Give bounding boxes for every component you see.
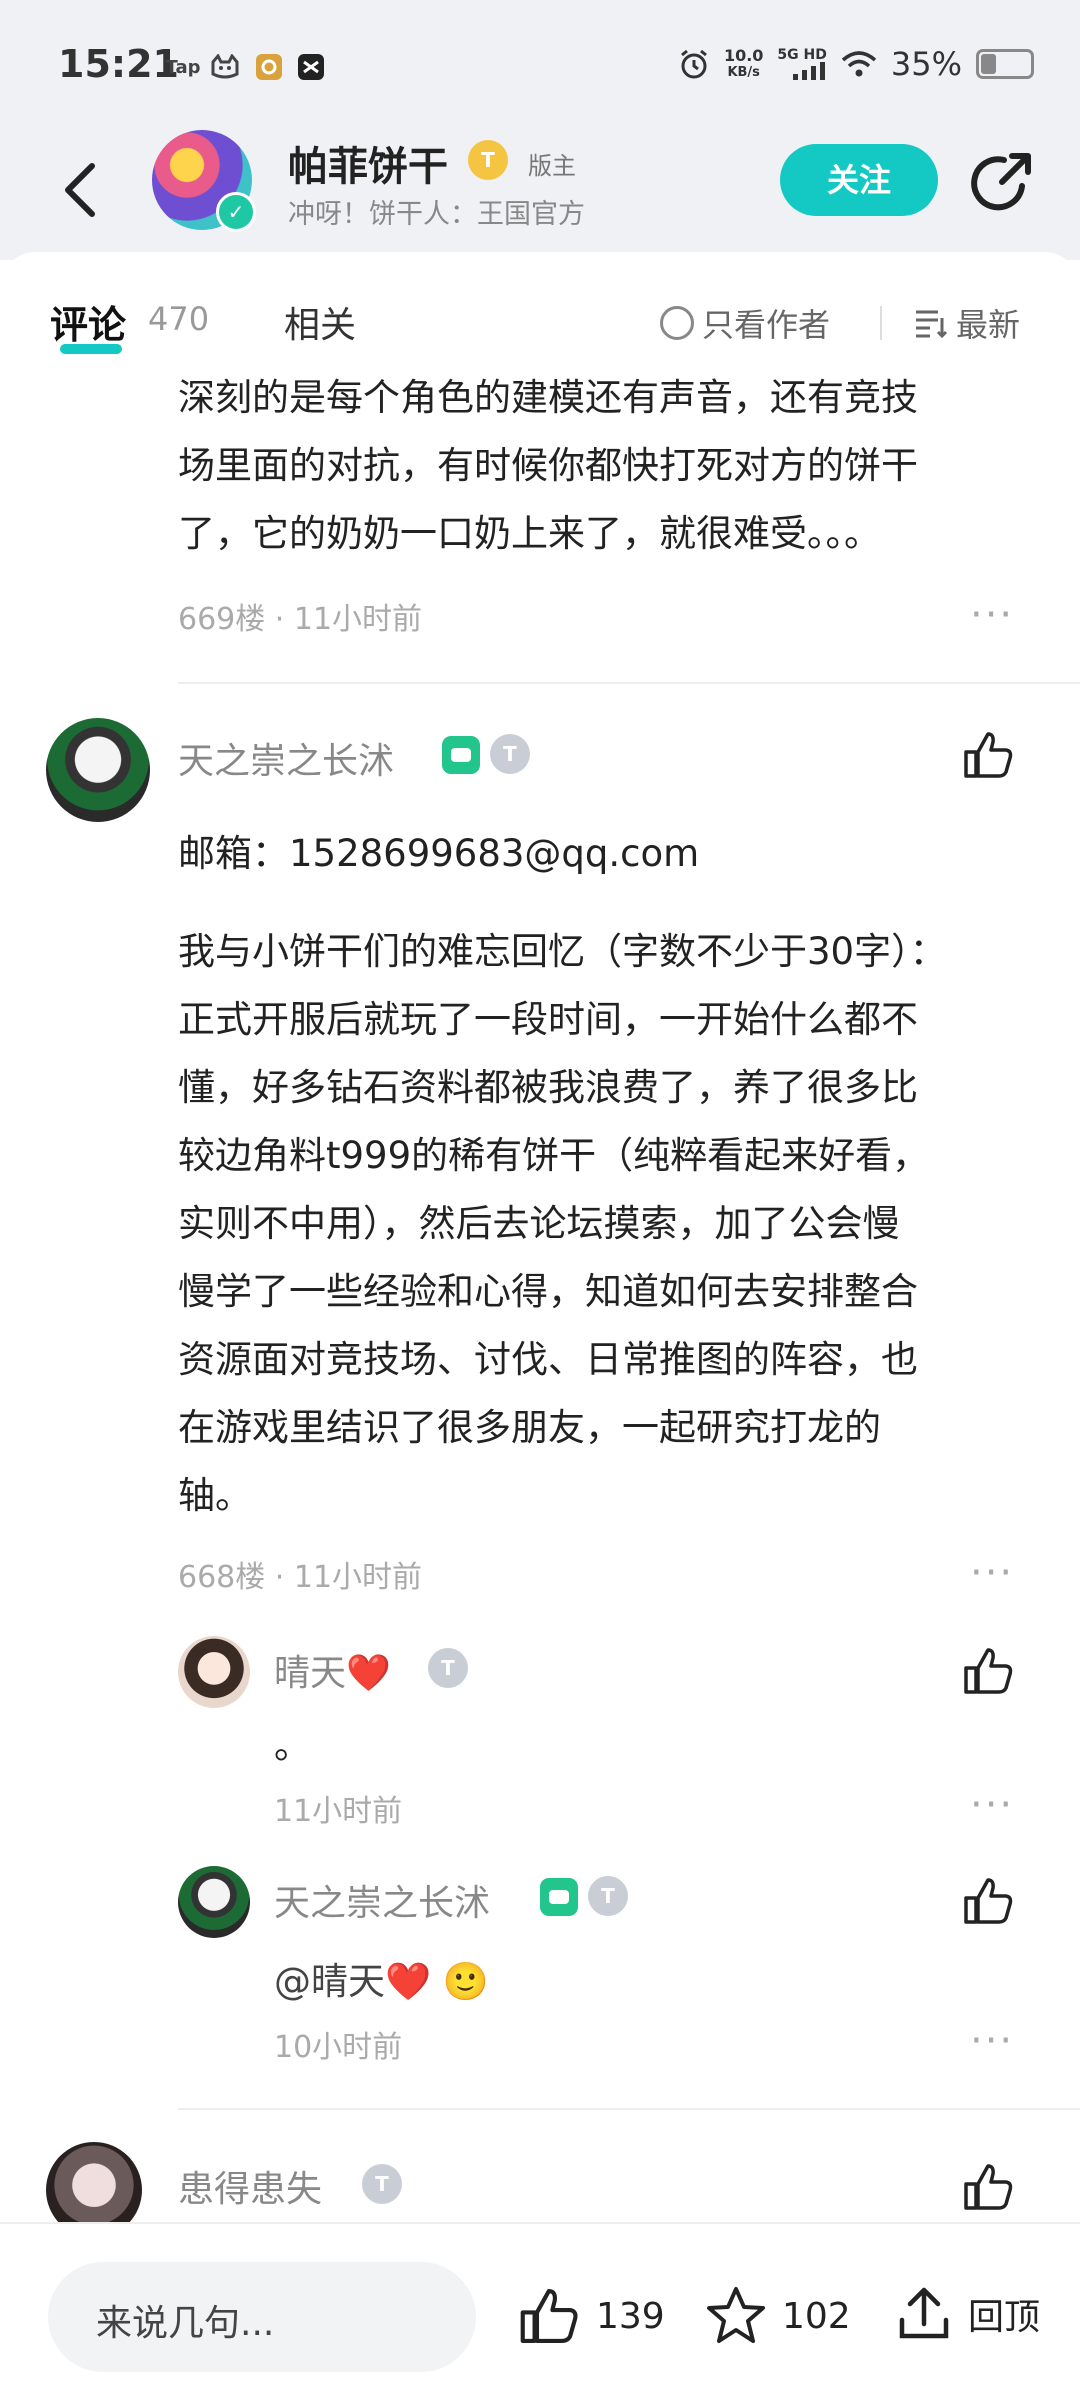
battery-percent: 35% [890,45,962,83]
status-right: 10.0 KB/s 5G HD 35% [678,44,1034,84]
user-avatar[interactable] [46,718,150,822]
reply-2-text: @晴天❤️ 🙂 [274,1960,489,2003]
comment-669-body: 深刻的是每个角色的建模还有声音，还有竞技 场里面的对抗，有时候你都快打死对方的饼… [178,376,918,555]
comment-669-more-icon[interactable]: ··· [970,592,1014,638]
comment-count: 470 [148,300,210,338]
reply-1-more-icon[interactable]: ··· [970,1782,1014,1828]
t-level-badge: T [588,1876,628,1916]
like-post-button[interactable]: 139 [518,2284,665,2348]
reply-2-like-icon[interactable] [962,1874,1016,1928]
tab-active-indicator [60,344,122,354]
comment-668-more-icon[interactable]: ··· [970,1550,1014,1596]
radio-circle-icon [660,306,694,340]
upload-arrow-icon [899,2287,949,2339]
page-subtitle: 冲呀！饼干人：王国官方 [288,199,585,230]
t-level-badge: T [362,2164,402,2204]
chevron-left-icon [65,163,95,217]
level-badge: T [468,140,508,180]
status-bar: 15:21 Tap 10.0 KB/s 5G HD 35% [0,0,1080,130]
t-level-badge: T [428,1648,468,1688]
wifi-icon [841,51,877,77]
favorite-button[interactable]: 102 [704,2284,851,2348]
reply-1-text: 。 [274,1724,311,1767]
reply-avatar[interactable] [178,1866,250,1938]
sort-label: 最新 [956,306,1021,344]
comment-divider [178,682,1080,684]
comment-668-meta: 668楼 · 11小时前 [178,1560,423,1595]
share-button[interactable] [966,146,1038,218]
tab-bar: 评论 470 相关 只看作者 最新 [0,252,1080,372]
star-icon [707,2287,765,2343]
divider [880,306,882,340]
reply-1-meta: 11小时前 [274,1794,403,1829]
reply-2-more-icon[interactable]: ··· [970,2018,1014,2064]
favorite-count: 102 [782,2295,851,2337]
comment-input-placeholder: 来说几句... [96,2303,275,2344]
tab-related[interactable]: 相关 [284,296,356,348]
page-name[interactable]: 帕菲饼干 [288,134,448,192]
network-speed: 10.0 KB/s [723,46,764,80]
app-icon [254,52,284,82]
comment-669-meta: 669楼 · 11小时前 [178,602,423,637]
reply-2-username[interactable]: 天之崇之长沭 [274,1874,490,1926]
comment-668-body: 我与小饼干们的难忘回忆（字数不少于30字）： 正式开服后就玩了一段时间，一开始什… [178,930,947,1517]
back-to-top-label: 回顶 [968,2297,1041,2338]
verified-icon: ✓ [216,192,256,232]
taptap-icon: Tap [165,56,201,78]
tab-comments[interactable]: 评论 [50,294,126,349]
reply-2-meta: 10小时前 [274,2030,403,2065]
like-icon [520,2289,578,2343]
comment-668-email: 邮箱：1528699683@qq.com [178,832,700,875]
t-level-badge: T [490,734,530,774]
battery-icon [976,49,1034,79]
user-avatar[interactable] [46,2142,142,2222]
comment-3-username[interactable]: 患得患失 [178,2160,322,2212]
like-count: 139 [596,2295,665,2337]
sort-button[interactable]: 最新 [914,300,1020,346]
follow-button[interactable]: 关注 [780,144,938,216]
game-badge-icon [442,736,480,774]
capcut-icon [296,52,326,82]
comment-input[interactable]: 来说几句... [48,2262,476,2372]
author-only-toggle[interactable]: 只看作者 [660,300,830,346]
signal-icon: 5G HD [777,48,827,80]
comments-panel: 评论 470 相关 只看作者 最新 深刻的是每个角色的建模还有声音，还有竞技 场… [0,252,1080,2222]
like-icon[interactable] [962,728,1016,782]
author-only-label: 只看作者 [702,306,831,344]
comment-668-username[interactable]: 天之崇之长沭 [178,732,394,784]
sort-icon [916,310,948,338]
reply-1-like-icon[interactable] [962,1644,1016,1698]
share-icon [971,153,1031,211]
back-to-top-button[interactable]: 回顶 [894,2284,1040,2344]
reply-avatar[interactable] [178,1636,250,1708]
status-time: 15:21 [58,42,179,86]
post-header: ✓ 帕菲饼干 T 版主 冲呀！饼干人：王国官方 关注 [0,130,1080,260]
reply-1-username[interactable]: 晴天❤️ [274,1644,391,1696]
game-badge-icon [540,1878,578,1916]
comment-divider [178,2108,1080,2110]
alarm-icon [681,49,707,79]
comment-3-like-icon[interactable] [962,2160,1016,2214]
moderator-tag: 版主 [528,152,576,180]
cat-app-icon [210,52,240,82]
back-button[interactable] [50,150,110,230]
bottom-action-bar: 来说几句... 139 102 回顶 [0,2222,1080,2402]
